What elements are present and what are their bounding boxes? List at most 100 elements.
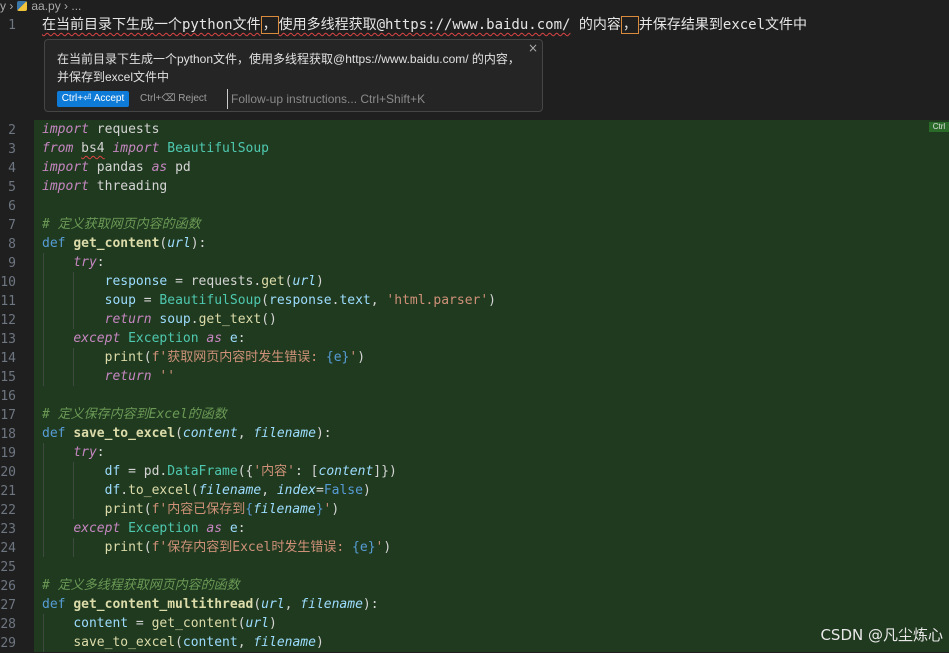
variable: content: [182, 635, 238, 650]
breadcrumb: y › aa.py › ...: [0, 0, 949, 14]
parameter: url: [245, 616, 269, 631]
widget-prompt: 在当前目录下生成一个python文件，使用多线程获取@https://www.b…: [57, 50, 527, 86]
method-name: get: [261, 274, 285, 289]
code-line-20[interactable]: df = pd.DataFrame({'内容': [content]}): [42, 462, 397, 481]
module-name: bs4: [81, 141, 105, 156]
comment: # 定义获取网页内容的函数: [42, 217, 201, 232]
line-number: 1: [8, 18, 16, 33]
variable: soup: [159, 312, 191, 327]
line-number: 2: [8, 123, 16, 138]
prompt-text-2: 使用多线程获取@https://www.baidu.com/: [278, 17, 571, 33]
breadcrumb-rest[interactable]: ...: [71, 0, 81, 12]
python-file-icon: [17, 1, 28, 11]
keyword: def: [42, 597, 66, 612]
line-number: 16: [0, 389, 16, 404]
variable: pd: [143, 464, 160, 479]
line-number: 12: [0, 313, 16, 328]
code-line-18[interactable]: def save_to_excel(content, filename):: [42, 424, 332, 443]
method-name: get_text: [198, 312, 262, 327]
code-line-9[interactable]: try:: [42, 253, 104, 272]
code-line-13[interactable]: except Exception as e:: [42, 329, 245, 348]
prompt-text-4: 并保存结果到excel文件中: [638, 17, 808, 33]
keyword: import: [112, 141, 160, 156]
prompt-text-3: 的内容: [570, 17, 621, 33]
code-line-28[interactable]: content = get_content(url): [42, 614, 277, 633]
keyword: def: [42, 236, 66, 251]
line-number: 5: [8, 180, 16, 195]
line-number: 13: [0, 332, 16, 347]
line-number: 24: [0, 541, 16, 556]
line-number: 28: [0, 617, 16, 632]
code-line-27[interactable]: def get_content_multithread(url, filenam…: [42, 595, 379, 614]
variable: soup: [104, 293, 136, 308]
builtin-function: print: [104, 540, 144, 555]
parameter: filename: [253, 426, 316, 441]
code-line-17[interactable]: # 定义保存内容到Excel的函数: [42, 405, 227, 424]
variable: content: [73, 616, 129, 631]
line-number: 19: [0, 446, 16, 461]
code-line-8[interactable]: def get_content(url):: [42, 234, 206, 253]
breadcrumb-file[interactable]: aa.py: [31, 0, 60, 12]
diff-added-region: [0, 120, 949, 652]
code-line-4[interactable]: import pandas as pd: [42, 158, 191, 177]
module-name: pandas: [88, 160, 152, 175]
accept-button[interactable]: Ctrl+⏎ Accept: [57, 91, 129, 107]
line-number: 9: [8, 256, 16, 271]
code-line-12[interactable]: return soup.get_text(): [42, 310, 277, 329]
prompt-line[interactable]: 在当前目录下生成一个python文件，使用多线程获取@https://www.b…: [42, 15, 807, 35]
line-number: 26: [0, 579, 16, 594]
fstring-expr: {e}: [352, 540, 376, 555]
code-line-29[interactable]: save_to_excel(content, filename): [42, 633, 323, 652]
line-number: 21: [0, 484, 16, 499]
method-name: to_excel: [128, 483, 191, 498]
line-number: 8: [8, 237, 16, 252]
ctrl-badge[interactable]: Ctrl: [929, 122, 949, 132]
line-number: 27: [0, 598, 16, 613]
line-number: 20: [0, 465, 16, 480]
line-number: 10: [0, 275, 16, 290]
code-line-14[interactable]: print(f'获取网页内容时发生错误: {e}'): [42, 348, 365, 367]
module-name: threading: [88, 179, 168, 194]
code-line-10[interactable]: response = requests.get(url): [42, 272, 324, 291]
variable: df: [104, 464, 121, 479]
reject-button[interactable]: Ctrl+⌫ Reject: [140, 91, 207, 107]
class-name: DataFrame: [167, 464, 238, 479]
keyword: try: [73, 445, 97, 460]
code-line-19[interactable]: try:: [42, 443, 104, 462]
parameter: url: [292, 274, 316, 289]
code-line-24[interactable]: print(f'保存内容到Excel时发生错误: {e}'): [42, 538, 392, 557]
code-line-15[interactable]: return '': [42, 367, 175, 386]
keyword-arg: index: [276, 483, 316, 498]
widget-prompt-line1: 在当前目录下生成一个python文件，使用多线程获取@https://www.b…: [57, 52, 520, 66]
code-line-3[interactable]: from bs4 import BeautifulSoup: [42, 139, 269, 158]
code-line-21[interactable]: df.to_excel(filename, index=False): [42, 481, 371, 500]
variable: response: [269, 293, 332, 308]
line-number: 4: [8, 161, 16, 176]
code-line-26[interactable]: # 定义多线程获取网页内容的函数: [42, 576, 240, 595]
followup-input[interactable]: [227, 89, 531, 109]
keyword: def: [42, 426, 66, 441]
comment: # 定义多线程获取网页内容的函数: [42, 578, 240, 593]
keyword: import: [42, 122, 89, 137]
line-number: 15: [0, 370, 16, 385]
line-number: 6: [8, 199, 16, 214]
code-line-2[interactable]: import requests: [42, 120, 159, 139]
parameter: content: [318, 464, 374, 479]
line-number: 11: [0, 294, 16, 309]
string: f'获取网页内容时发生错误:: [151, 350, 326, 365]
keyword: except: [73, 521, 121, 536]
code-line-11[interactable]: soup = BeautifulSoup(response.text, 'htm…: [42, 291, 496, 310]
widget-prompt-line2: 并保存到excel文件中: [57, 70, 170, 84]
code-line-5[interactable]: import threading: [42, 177, 167, 196]
chevron-right-icon: ›: [6, 0, 14, 13]
code-line-22[interactable]: print(f'内容已保存到{filename}'): [42, 500, 340, 519]
string: '内容': [253, 464, 296, 479]
function-call: save_to_excel: [73, 635, 176, 650]
line-number: 14: [0, 351, 16, 366]
parameter: url: [261, 597, 285, 612]
close-icon[interactable]: ×: [528, 41, 538, 55]
code-line-7[interactable]: # 定义获取网页内容的函数: [42, 215, 201, 234]
code-line-23[interactable]: except Exception as e:: [42, 519, 245, 538]
keyword: as: [206, 331, 223, 346]
keyword: except: [73, 331, 121, 346]
